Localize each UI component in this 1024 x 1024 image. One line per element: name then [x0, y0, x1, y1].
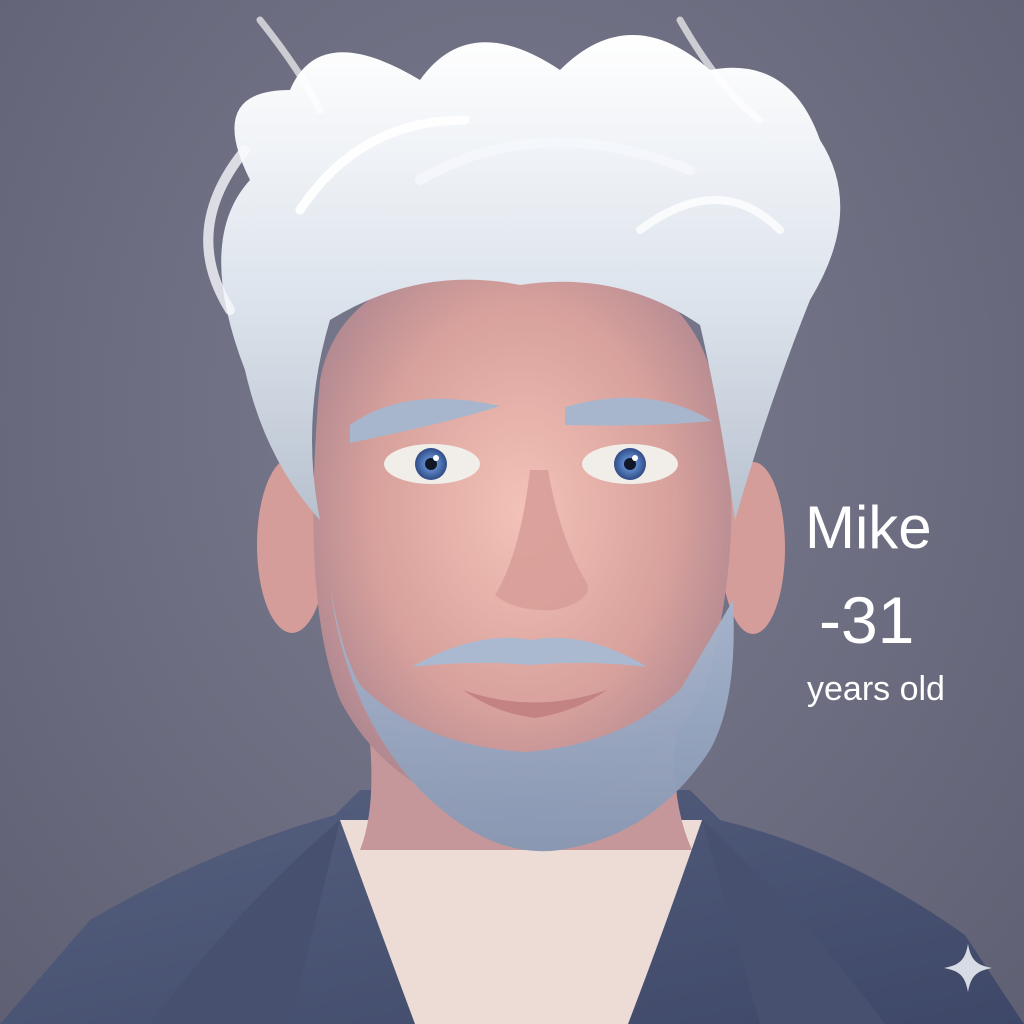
age-text: -31 — [819, 583, 915, 657]
portrait-canvas: Mike -31 years old — [0, 0, 1024, 1024]
sparkle-icon — [944, 944, 992, 992]
age-unit-text: years old — [807, 670, 945, 708]
name-text: Mike — [805, 494, 932, 561]
